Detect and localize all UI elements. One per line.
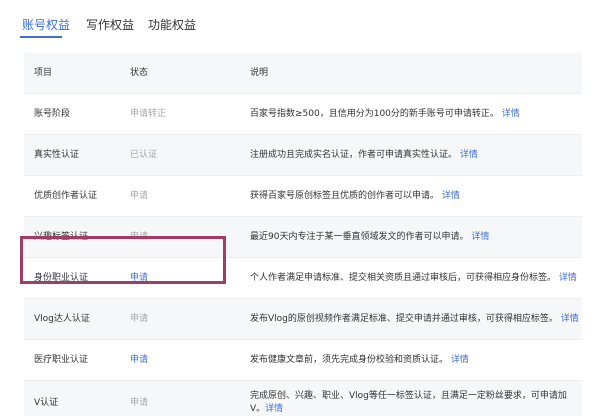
details-link[interactable]: 详情 [451,355,469,365]
active-tab-indicator [20,36,62,38]
details-link[interactable]: 详情 [265,404,283,414]
details-link[interactable]: 详情 [471,232,489,242]
row-desc: 获得百家号原创标签且优质的创作者可以申请。 详情 [250,191,460,201]
details-link[interactable]: 详情 [561,314,579,324]
table-row: 账号阶段 申请转正 百家号指数≥500，且信用分为100分的新手账号可申请转正。… [24,94,582,135]
row-desc: 完成原创、兴趣、职业、Vlog等任一标签认证，且满足一定粉丝要求，可申请加V。详… [250,391,567,414]
row-desc: 发布健康文章前，须先完成身份校验和资质认证。 详情 [250,355,469,365]
row-status[interactable]: 申请 [130,190,148,203]
row-status: 已认证 [130,150,158,160]
row-item: 优质创作者认证 [34,191,98,201]
row-item: V认证 [34,398,59,408]
details-link[interactable]: 详情 [460,150,478,160]
table-row: Vlog达人认证 申请 发布Vlog的原创视频作者满足标准、提交申请并通过审核，… [24,299,582,340]
table-row: V认证 申请 完成原创、兴趣、职业、Vlog等任一标签认证，且满足一定粉丝要求，… [24,381,582,416]
details-link[interactable]: 详情 [502,109,520,119]
header-status: 状态 [130,68,149,78]
table-row: 优质创作者认证 申请 获得百家号原创标签且优质的创作者可以申请。 详情 [24,176,582,217]
row-status: 申请转正 [130,109,167,119]
apply-link[interactable]: 申请 [130,354,148,367]
row-desc: 发布Vlog的原创视频作者满足标准、提交申请并通过审核，可获得相应标签。 详情 [250,314,579,324]
tab-bar: 账号权益 写作权益 功能权益 [0,0,600,44]
row-desc: 注册成功且完成实名认证，作者可申请真实性认证。 详情 [250,150,478,160]
row-item: 医疗职业认证 [34,355,89,365]
details-link[interactable]: 详情 [442,191,460,201]
tab-writing-rights[interactable]: 写作权益 [86,16,134,33]
highlight-box [20,236,226,284]
row-item: Vlog达人认证 [34,314,90,324]
row-status[interactable]: 申请 [130,397,148,410]
tab-account-rights[interactable]: 账号权益 [22,16,70,33]
row-status[interactable]: 申请 [130,313,148,326]
details-link[interactable]: 详情 [559,273,577,283]
header-desc: 说明 [250,68,269,78]
row-desc: 个人作者满足申请标准、提交相关资质且通过审核后，可获得相应身份标签。 详情 [250,273,577,283]
table-row: 医疗职业认证 申请 发布健康文章前，须先完成身份校验和资质认证。 详情 [24,340,582,381]
tab-feature-rights[interactable]: 功能权益 [148,16,196,33]
row-item: 真实性认证 [34,150,80,160]
row-desc: 最近90天内专注于某一垂直领域发文的作者可以申请。 详情 [250,232,490,242]
rights-table: 项目 状态 说明 账号阶段 申请转正 百家号指数≥500，且信用分为100分的新… [24,53,582,416]
row-desc: 百家号指数≥500，且信用分为100分的新手账号可申请转正。 详情 [250,109,520,119]
table-header: 项目 状态 说明 [24,53,582,94]
table-row: 真实性认证 已认证 注册成功且完成实名认证，作者可申请真实性认证。 详情 [24,135,582,176]
header-item: 项目 [34,68,53,78]
row-item: 账号阶段 [34,109,71,119]
